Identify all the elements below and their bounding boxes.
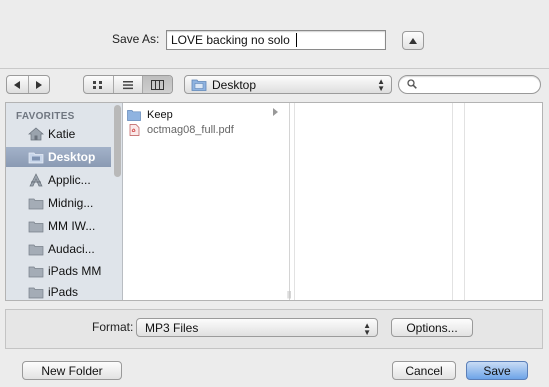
forward-arrow-icon (35, 80, 42, 89)
location-popup[interactable]: Desktop ▲ ▼ (184, 75, 392, 94)
text-caret (296, 33, 297, 47)
save-button[interactable]: Save (466, 361, 528, 380)
options-button[interactable]: Options... (391, 318, 473, 337)
sidebar-item-label: Applic... (48, 173, 91, 187)
save-as-label: Save As: (112, 32, 160, 46)
view-mode-control (83, 75, 173, 94)
search-field[interactable] (398, 75, 541, 94)
filename-input[interactable] (166, 30, 386, 50)
sidebar-item-katie[interactable]: Katie (6, 124, 111, 144)
forward-button[interactable] (29, 76, 50, 93)
sidebar-item-audacity[interactable]: Audaci... (6, 239, 111, 259)
column-divider (452, 103, 453, 300)
sidebar-item-mm-iw[interactable]: MM IW... (6, 216, 111, 236)
sidebar-scrollbar[interactable] (114, 105, 121, 177)
folder-icon (28, 221, 44, 233)
column-view-button[interactable] (143, 76, 172, 93)
sidebar-item-desktop[interactable]: Desktop (6, 147, 111, 167)
column-divider[interactable] (289, 103, 290, 300)
home-icon (28, 127, 44, 141)
file-name: Keep (147, 108, 173, 121)
sidebar-item-midnight[interactable]: Midnig... (6, 193, 111, 213)
pdf-icon (129, 123, 140, 136)
folder-icon (28, 287, 44, 299)
icon-view-button[interactable] (84, 76, 114, 93)
format-popup[interactable]: MP3 Files ▲ ▼ (136, 318, 378, 337)
folder-icon (28, 198, 44, 210)
file-name: octmag08_full.pdf (147, 123, 234, 136)
new-folder-button[interactable]: New Folder (22, 361, 122, 380)
location-label: Desktop (212, 77, 257, 92)
disclosure-arrow-icon (273, 108, 278, 116)
format-value: MP3 Files (145, 320, 199, 335)
folder-icon (127, 109, 141, 121)
file-row-keep[interactable]: Keep (127, 107, 287, 122)
favorites-heading: FAVORITES (16, 111, 75, 122)
search-icon (407, 79, 417, 89)
format-label: Format: (92, 320, 134, 334)
column-divider (294, 103, 295, 300)
sidebar-item-label: iPads MM (48, 264, 102, 278)
file-browser: FAVORITES Katie Desktop Applic... Midnig… (5, 102, 543, 301)
back-arrow-icon (14, 80, 21, 89)
popup-arrows-icon: ▲ ▼ (377, 77, 385, 93)
column-view-icon (151, 79, 165, 90)
sidebar-item-applications[interactable]: Applic... (6, 170, 111, 190)
sidebar-item-label: Desktop (48, 150, 96, 164)
collapse-dialog-button[interactable] (402, 31, 424, 50)
sidebar-item-ipads-mm[interactable]: iPads MM (6, 261, 111, 281)
sidebar-item-label: iPads (48, 285, 79, 299)
popup-arrows-icon: ▲ ▼ (363, 321, 371, 337)
sidebar-item-ipads[interactable]: iPads (6, 282, 111, 300)
list-view-icon (123, 80, 133, 89)
icon-view-icon (93, 80, 103, 89)
back-forward-control (6, 75, 50, 94)
column-divider (464, 103, 465, 300)
triangle-up-icon (409, 37, 417, 44)
cancel-button[interactable]: Cancel (392, 361, 456, 380)
folder-icon (28, 266, 44, 278)
desktop-icon (28, 152, 44, 164)
applications-icon (29, 173, 43, 187)
divider (0, 68, 549, 69)
back-button[interactable] (7, 76, 29, 93)
sidebar-item-label: MM IW... (48, 219, 96, 233)
column-resize-handle[interactable]: || (287, 290, 291, 299)
sidebar-item-label: Audaci... (48, 242, 95, 256)
file-row-octmag08[interactable]: octmag08_full.pdf (127, 122, 287, 137)
sidebar: FAVORITES Katie Desktop Applic... Midnig… (6, 103, 123, 300)
sidebar-item-label: Midnig... (48, 196, 94, 210)
sidebar-item-label: Katie (48, 127, 76, 141)
folder-icon (28, 244, 44, 256)
list-view-button[interactable] (114, 76, 144, 93)
desktop-folder-icon (191, 79, 207, 91)
